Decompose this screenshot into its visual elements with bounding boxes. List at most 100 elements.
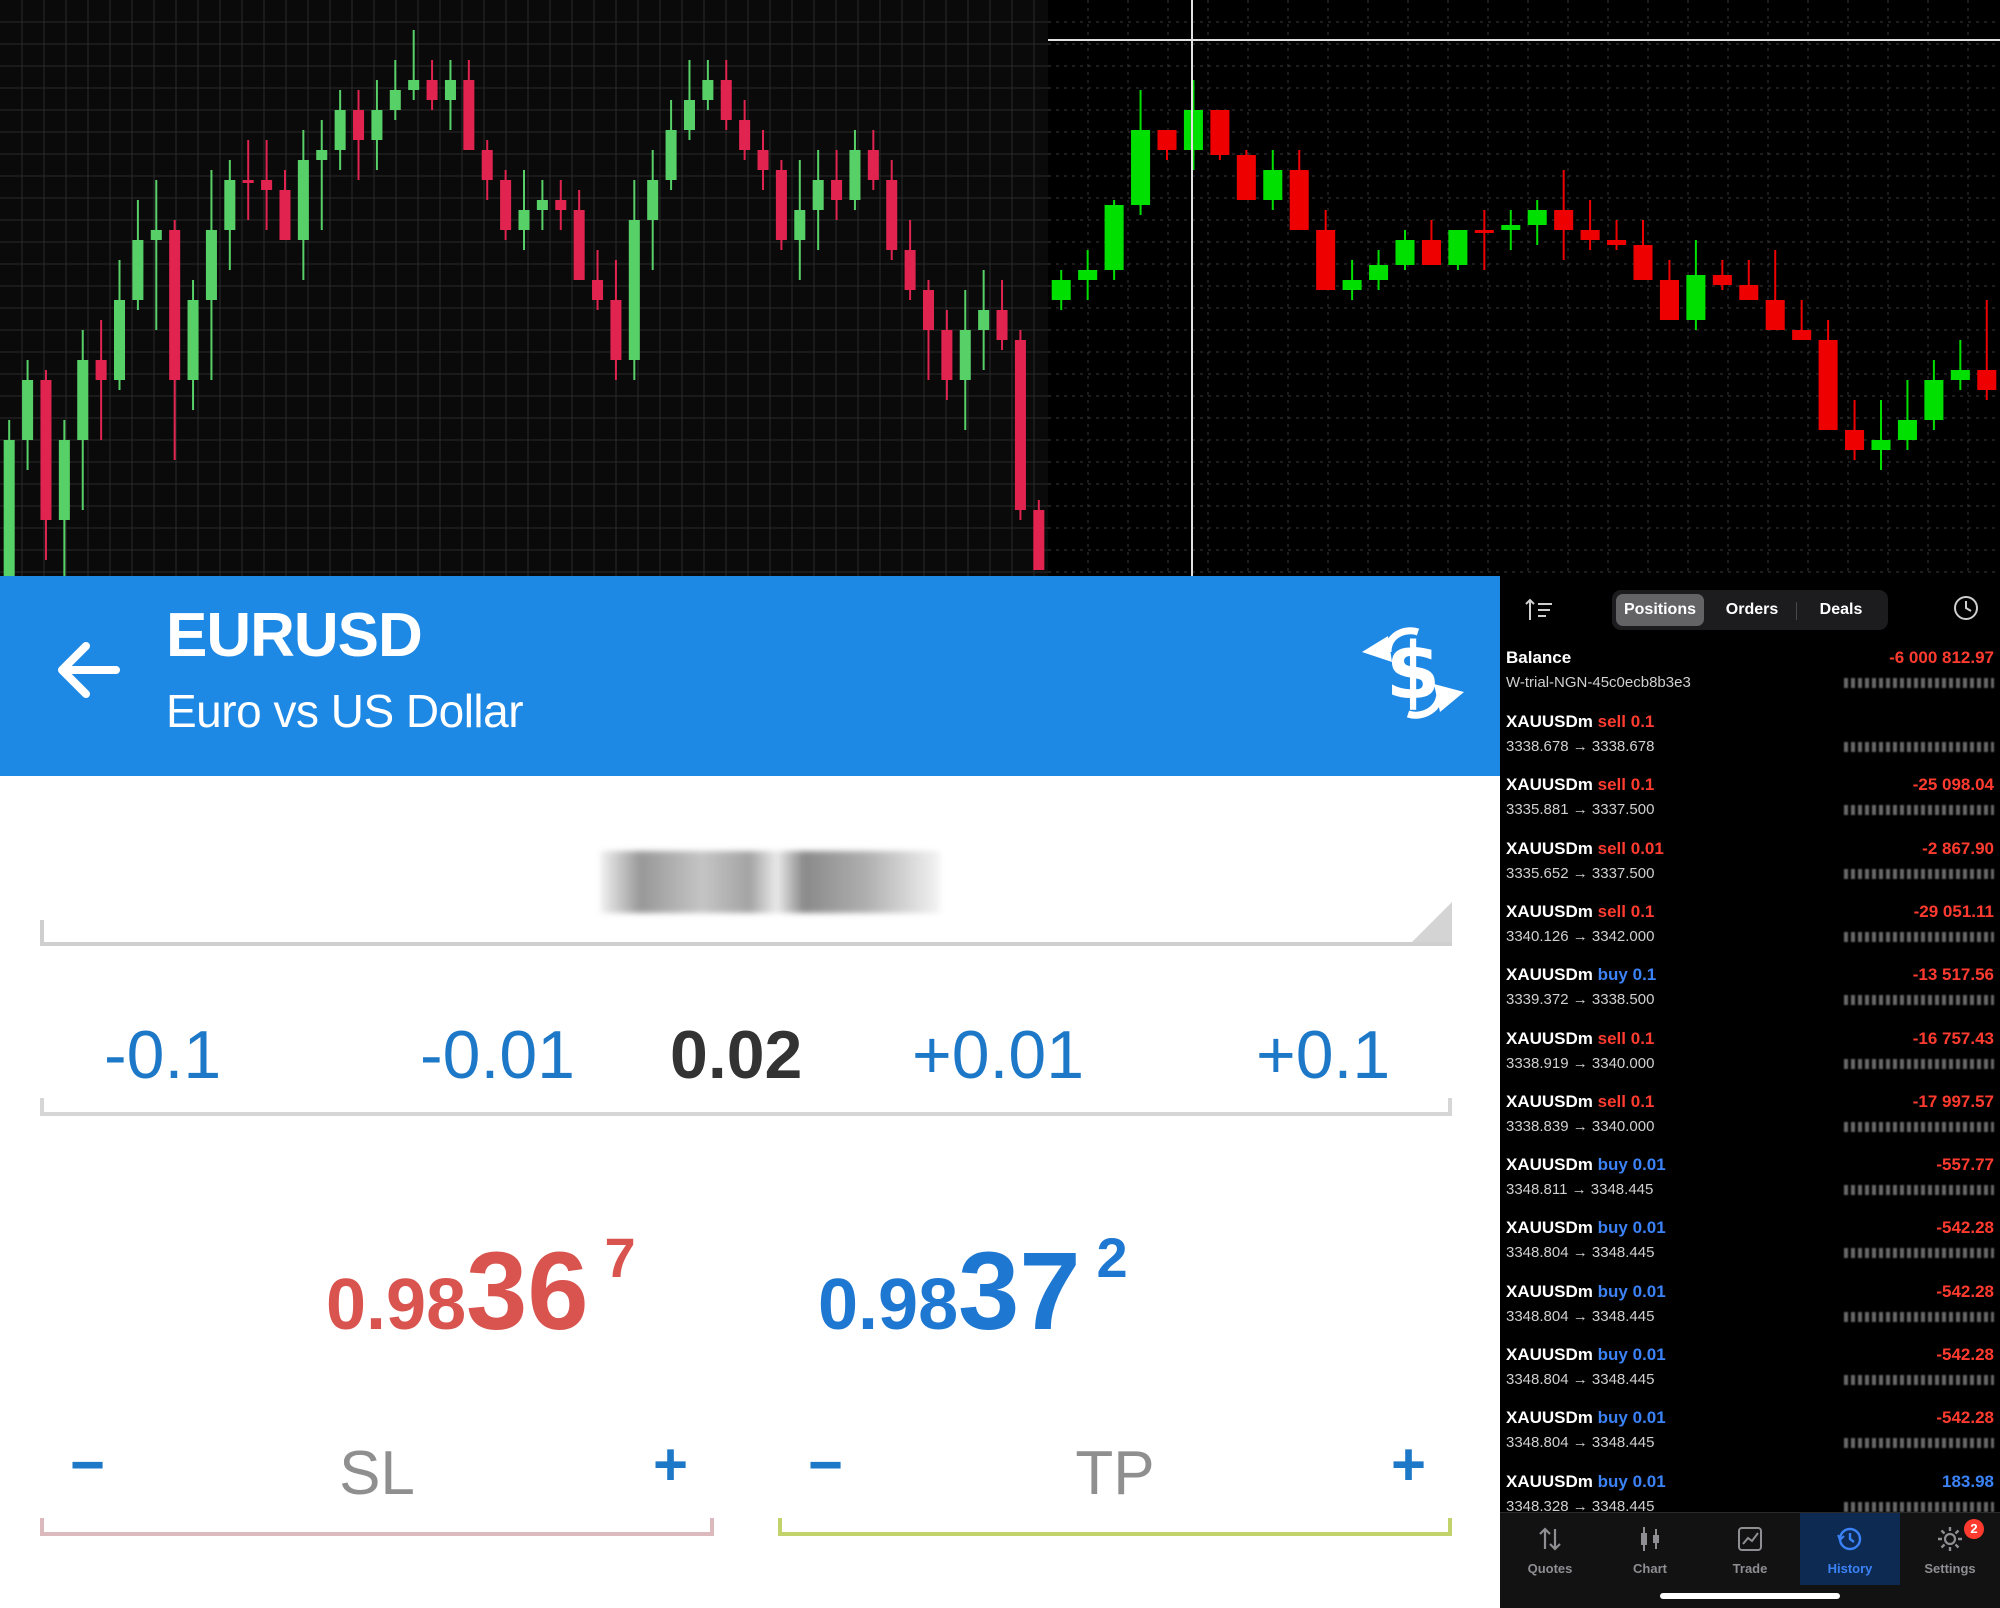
deal-row[interactable]: XAUUSDm buy 0.01 3348.804 → 3348.445 -542.… xyxy=(1500,1408,2000,1466)
tab-deals[interactable]: Deals xyxy=(1798,594,1884,626)
candle xyxy=(3,420,15,576)
deal-title: XAUUSDm buy 0.01 xyxy=(1506,1155,1666,1175)
candle-body xyxy=(169,230,181,380)
deal-profit: -25 098.04 xyxy=(1912,775,1994,795)
take-profit-field[interactable]: − TP + xyxy=(778,1426,1452,1536)
candle xyxy=(1897,380,1917,450)
volume-value: 0.02 xyxy=(670,1017,803,1093)
candle xyxy=(959,290,971,430)
candle-body xyxy=(444,80,456,100)
deal-row[interactable]: XAUUSDm buy 0.01 3348.804 → 3348.445 -542.… xyxy=(1500,1345,2000,1403)
settings-notification-badge: 2 xyxy=(1964,1519,1984,1539)
balance-row[interactable]: Balance W-trial-NGN-45c0ecb8b3e3 -6 000 … xyxy=(1500,648,2000,706)
volume-minus-0.01-button[interactable]: -0.01 xyxy=(420,1016,575,1094)
deal-side: sell xyxy=(1597,712,1626,731)
sell-price[interactable]: 0.9836 7 xyxy=(326,1226,636,1355)
back-arrow-icon[interactable] xyxy=(50,632,126,708)
sell-price-pip: 7 xyxy=(604,1226,636,1289)
candle-body xyxy=(867,150,879,180)
candle-body xyxy=(1897,420,1917,440)
candle xyxy=(720,60,732,130)
tab-positions[interactable]: Positions xyxy=(1616,594,1704,626)
candle-body xyxy=(426,80,438,100)
deal-row[interactable]: XAUUSDm sell 0.1 3338.678 → 3338.678 xyxy=(1500,712,2000,770)
candle-body xyxy=(261,180,273,190)
tab-orders[interactable]: Orders xyxy=(1708,594,1796,626)
candle xyxy=(757,130,769,190)
candle-body xyxy=(113,300,126,380)
nav-settings[interactable]: 2 Settings xyxy=(1900,1513,2000,1585)
deal-symbol: XAUUSDm xyxy=(1506,1028,1593,1048)
nav-trade[interactable]: Trade xyxy=(1700,1513,1800,1585)
history-segmented-control: Positions Orders Deals xyxy=(1612,590,1888,630)
buy-price-pip: 2 xyxy=(1096,1226,1128,1289)
currency-exchange-icon[interactable]: $ xyxy=(1358,622,1468,722)
nav-history[interactable]: History xyxy=(1800,1513,1900,1585)
volume-plus-0.1-button[interactable]: +0.1 xyxy=(1256,1016,1390,1094)
candlestick-chart-left[interactable] xyxy=(0,0,1048,576)
order-panel: EURUSD Euro vs US Dollar $ -0.1 -0.01 0.… xyxy=(0,576,1500,1608)
candle xyxy=(1607,220,1627,250)
volume-plus-0.01-button[interactable]: +0.01 xyxy=(912,1016,1084,1094)
deal-row[interactable]: XAUUSDm buy 0.01 3348.811 → 3348.445 -557.… xyxy=(1500,1155,2000,1213)
candlestick-chart-right[interactable] xyxy=(1048,0,2000,576)
deal-prices: 3338.839 → 3340.000 xyxy=(1506,1117,1655,1135)
candle-body xyxy=(316,150,328,160)
deal-side: buy xyxy=(1597,1471,1628,1491)
deal-row[interactable]: XAUUSDm buy 0.01 3348.804 → 3348.445 -542.… xyxy=(1500,1218,2000,1276)
candle-body xyxy=(1633,245,1653,280)
candle-body xyxy=(886,180,898,250)
candle-body xyxy=(40,380,52,520)
deal-prices: 3340.126 → 3342.000 xyxy=(1506,927,1655,945)
deal-row[interactable]: XAUUSDm sell 0.1 3338.839 → 3340.000 -17 9… xyxy=(1500,1092,2000,1150)
sort-icon[interactable] xyxy=(1524,596,1554,624)
deal-symbol: XAUUSDm xyxy=(1506,1281,1593,1301)
candle xyxy=(775,160,787,250)
deal-prices: 3348.804 → 3348.445 xyxy=(1506,1434,1655,1452)
deal-row[interactable]: XAUUSDm buy 0.1 3339.372 → 3338.500 -13 51… xyxy=(1500,965,2000,1023)
candle xyxy=(205,170,217,380)
candle-body xyxy=(1342,280,1362,290)
candle-body xyxy=(1395,240,1415,265)
candle-body xyxy=(58,440,70,520)
nav-chart[interactable]: Chart xyxy=(1600,1513,1700,1585)
screenshot-collage: EURUSD Euro vs US Dollar $ -0.1 -0.01 0.… xyxy=(0,0,2000,1608)
blurred-date xyxy=(1844,1121,1994,1132)
candle-body xyxy=(481,150,493,180)
buy-price[interactable]: 0.9837 2 xyxy=(818,1226,1128,1355)
candle-body xyxy=(3,440,15,576)
blurred-volume-value xyxy=(600,851,940,913)
candle xyxy=(1977,300,1997,400)
gear-icon xyxy=(1938,1527,1962,1551)
deal-row[interactable]: XAUUSDm buy 0.01 3348.804 → 3348.445 -542.… xyxy=(1500,1282,2000,1340)
deal-row[interactable]: XAUUSDm sell 0.1 3335.881 → 3337.500 -25 0… xyxy=(1500,775,2000,833)
chart-left-canvas[interactable] xyxy=(0,0,1048,576)
deal-row[interactable]: XAUUSDm sell 0.01 3335.652 → 3337.500 -2 8… xyxy=(1500,839,2000,897)
candle-body xyxy=(77,360,89,440)
sl-plus-button[interactable]: + xyxy=(653,1430,688,1499)
blurred-date xyxy=(1844,868,1994,879)
candle-body xyxy=(573,210,585,280)
deal-row[interactable]: XAUUSDm sell 0.1 3338.919 → 3340.000 -16 7… xyxy=(1500,1029,2000,1087)
volume-input[interactable] xyxy=(40,846,1452,946)
candle xyxy=(1051,270,1071,310)
chart-right-canvas[interactable] xyxy=(1048,0,2000,576)
candle xyxy=(481,140,493,200)
stop-loss-field[interactable]: − SL + xyxy=(40,1426,714,1536)
candle xyxy=(1131,90,1151,215)
deal-title: XAUUSDm sell 0.01 xyxy=(1506,839,1664,859)
order-header: EURUSD Euro vs US Dollar $ xyxy=(0,576,1500,776)
deal-side: sell xyxy=(1597,901,1626,921)
blurred-date xyxy=(1844,742,1994,752)
candle-body xyxy=(389,90,401,110)
volume-minus-0.1-button[interactable]: -0.1 xyxy=(104,1016,221,1094)
deal-prices: 3338.919 → 3340.000 xyxy=(1506,1054,1655,1072)
clock-icon[interactable] xyxy=(1952,594,1980,622)
candle-body xyxy=(1739,285,1759,300)
nav-quotes[interactable]: Quotes xyxy=(1500,1513,1600,1585)
candle xyxy=(665,100,677,190)
deal-row[interactable]: XAUUSDm sell 0.1 3340.126 → 3342.000 -29 0… xyxy=(1500,902,2000,960)
tp-plus-button[interactable]: + xyxy=(1391,1430,1426,1499)
candle-body xyxy=(1421,240,1441,265)
candle-body xyxy=(1369,265,1389,280)
